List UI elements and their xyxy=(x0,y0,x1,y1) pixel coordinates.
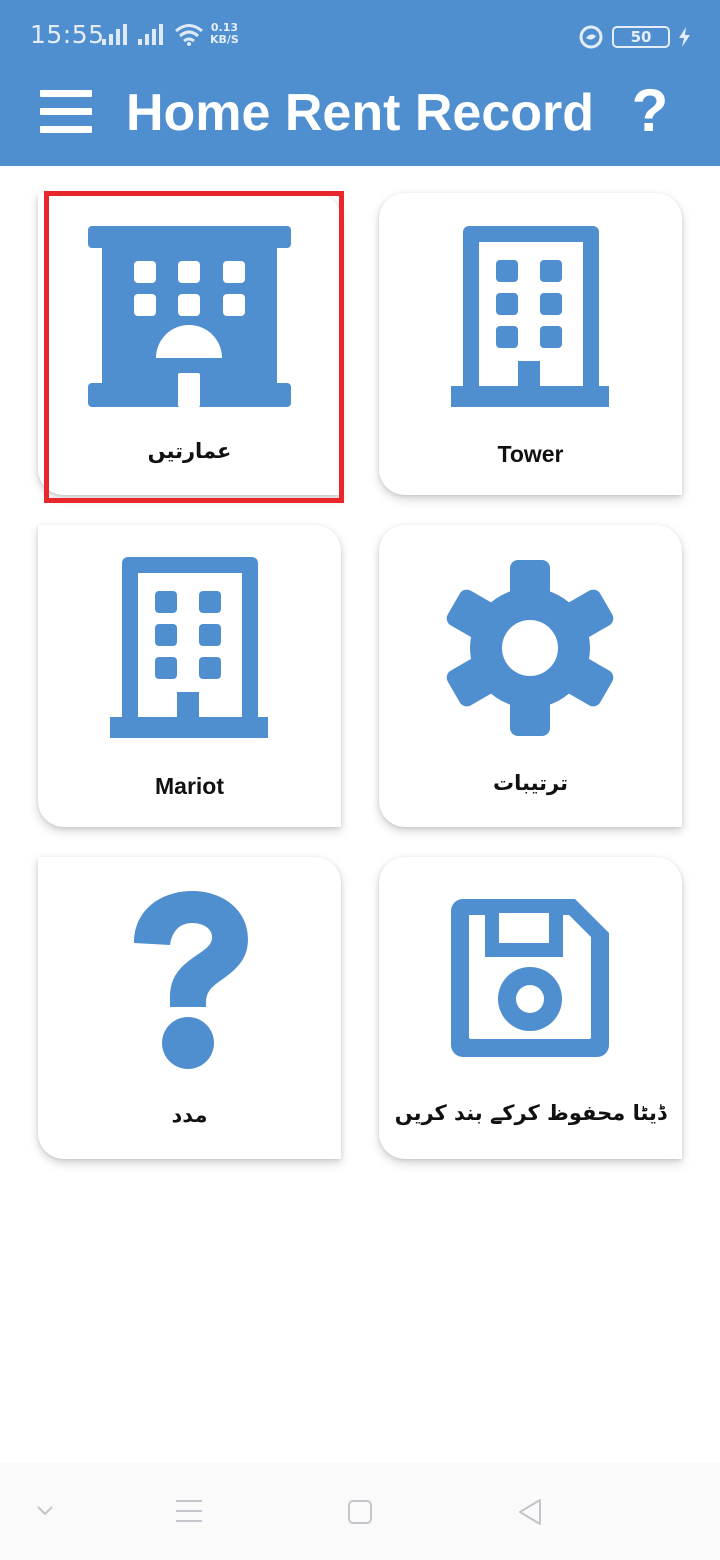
tile-save-exit[interactable]: ڈیٹا محفوظ کرکے بند کریں xyxy=(379,857,682,1159)
tile-buildings[interactable]: عمارتیں xyxy=(38,193,341,495)
tile-label: Mariot xyxy=(155,773,224,799)
office-building-icon xyxy=(110,557,268,738)
tile-help[interactable]: مدد xyxy=(38,857,341,1159)
question-mark-icon xyxy=(134,891,248,1069)
status-bar: 15:55 0.13 KB/S 50 xyxy=(0,0,720,72)
recent-apps-icon[interactable] xyxy=(174,1463,204,1560)
page-title: Home Rent Record xyxy=(125,84,595,142)
battery-indicator: 50 xyxy=(612,26,670,48)
tile-label: ترتیبات xyxy=(493,771,568,795)
floppy-disk-icon xyxy=(451,899,609,1057)
system-nav-bar xyxy=(0,1463,720,1560)
status-time: 15:55 xyxy=(30,20,105,49)
tile-tower[interactable]: Tower xyxy=(379,193,682,495)
tile-label: عمارتیں xyxy=(147,439,232,463)
charging-bolt-icon xyxy=(679,27,690,47)
data-saver-icon xyxy=(579,25,603,49)
tile-label: Tower xyxy=(497,441,564,467)
tile-label: ڈیٹا محفوظ کرکے بند کریں xyxy=(394,1101,667,1125)
help-button[interactable]: ? xyxy=(628,78,672,144)
gear-icon xyxy=(446,560,614,736)
tile-mariot[interactable]: Mariot xyxy=(38,525,341,827)
tile-settings[interactable]: ترتیبات xyxy=(379,525,682,827)
cellular-signal-icon xyxy=(102,24,127,45)
network-speed: 0.13 KB/S xyxy=(210,22,239,46)
tower-building-icon xyxy=(451,226,609,407)
network-speed-unit: KB/S xyxy=(210,33,239,46)
back-icon[interactable] xyxy=(516,1463,546,1560)
app-bar: 15:55 0.13 KB/S 50 Home Rent Record ? xyxy=(0,0,720,166)
cellular-signal-2-icon xyxy=(138,24,163,45)
apartment-building-icon xyxy=(88,226,291,407)
home-icon[interactable] xyxy=(346,1463,376,1560)
tile-label: مدد xyxy=(171,1103,208,1127)
wifi-icon xyxy=(175,24,203,46)
toolbar: Home Rent Record ? xyxy=(0,72,720,166)
chevron-down-icon[interactable] xyxy=(30,1463,60,1560)
status-right: 50 xyxy=(578,24,692,50)
